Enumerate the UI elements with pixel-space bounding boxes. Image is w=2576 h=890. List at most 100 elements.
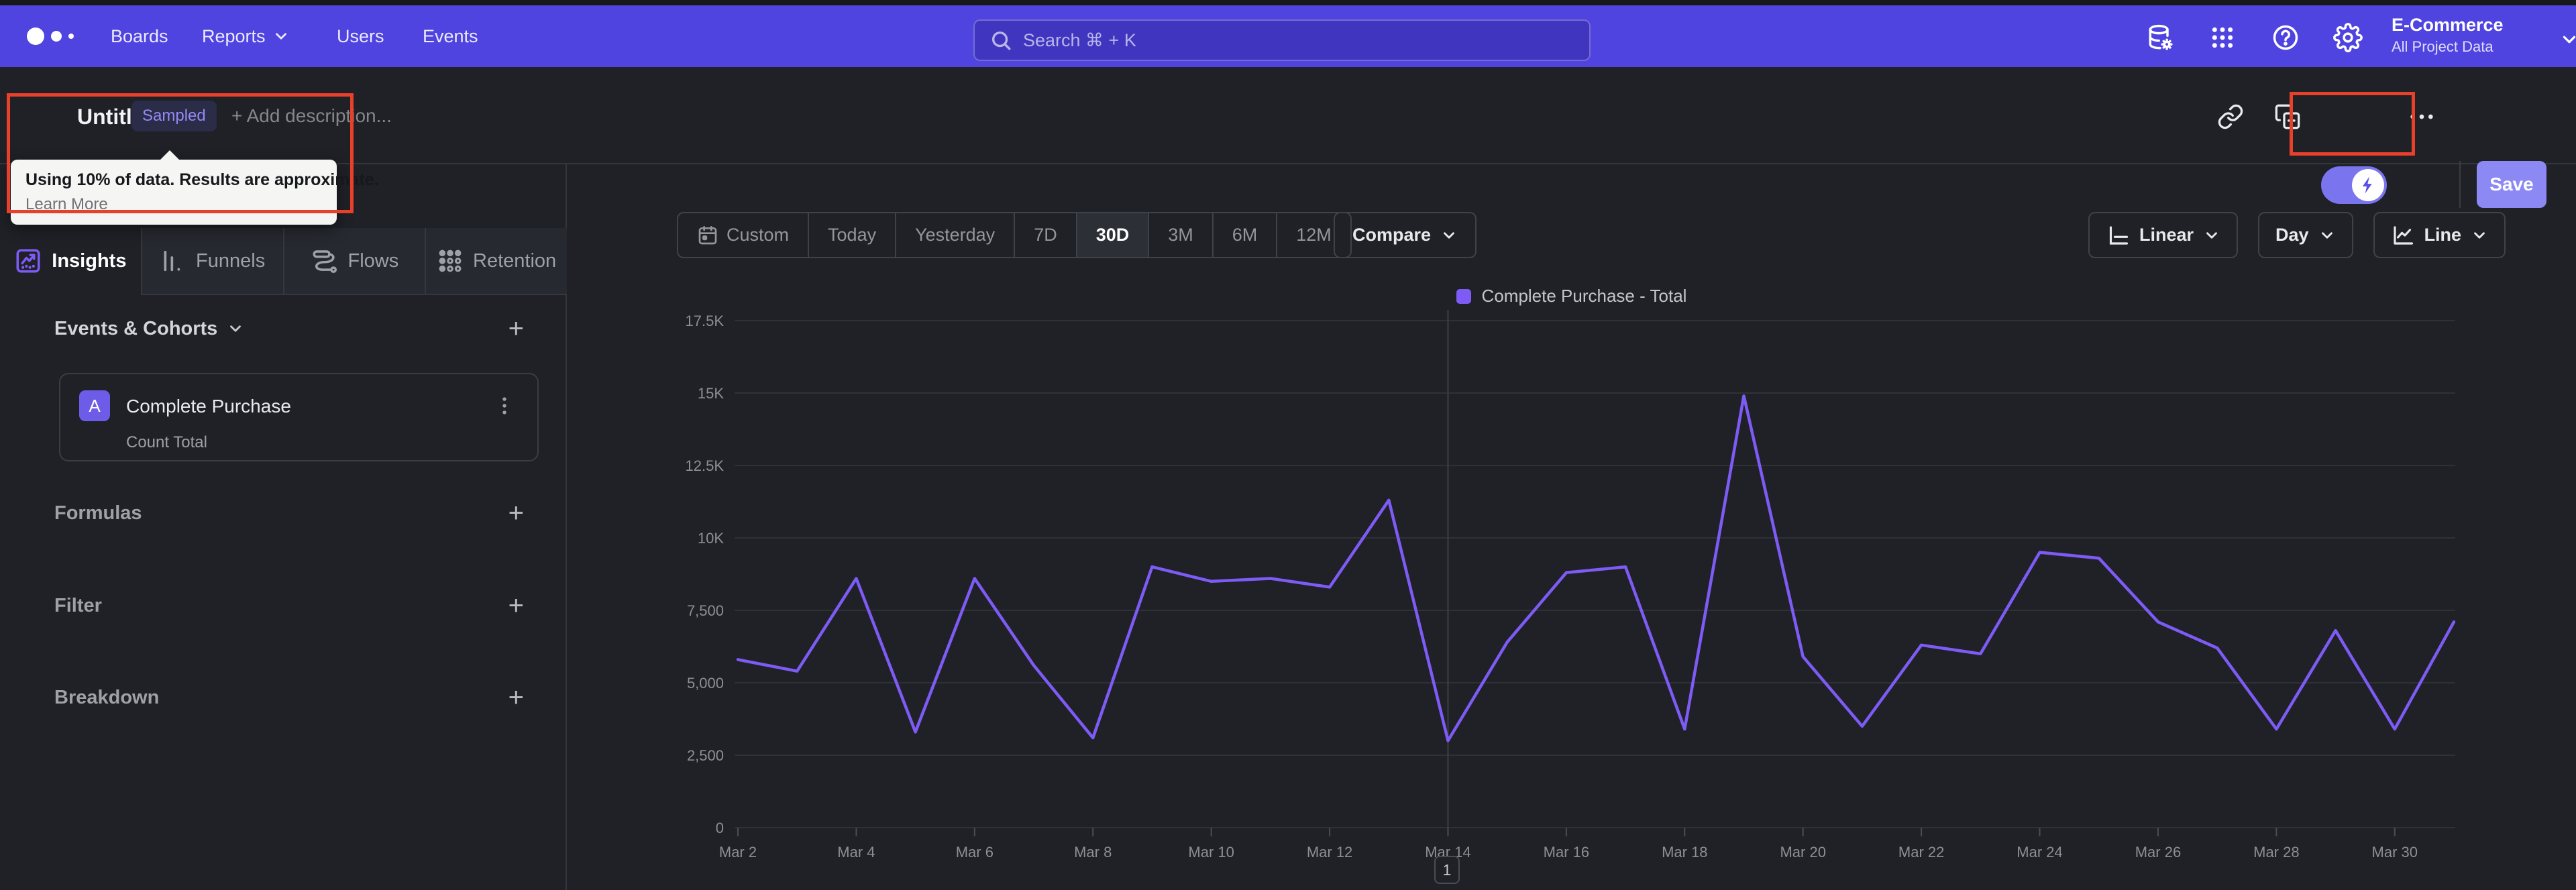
breakdown-row: Breakdown +	[54, 684, 524, 711]
svg-text:Mar 30: Mar 30	[2372, 844, 2418, 860]
nav-item-boards[interactable]: Boards	[111, 5, 168, 67]
settings-gear-icon[interactable]	[2333, 23, 2363, 52]
data-management-icon[interactable]	[2145, 23, 2175, 52]
add-filter-button[interactable]: +	[508, 592, 524, 619]
range-custom[interactable]: Custom	[678, 213, 808, 257]
svg-text:Mar 18: Mar 18	[1662, 844, 1707, 860]
range-label: 30D	[1095, 225, 1130, 245]
funnels-icon	[164, 250, 180, 272]
tab-label: Retention	[473, 249, 557, 272]
nav-item-reports[interactable]: Reports	[202, 5, 290, 67]
range-label: Custom	[727, 225, 790, 245]
tab-label: Flows	[347, 249, 399, 272]
scale-label: Linear	[2139, 225, 2194, 245]
builder-tabs: Insights Funnels Flows Retention	[0, 228, 567, 295]
range-label: 7D	[1034, 225, 1057, 245]
mixpanel-logo[interactable]	[27, 5, 74, 67]
learn-more-link[interactable]: Learn More	[25, 195, 108, 214]
svg-text:Mar 22: Mar 22	[1898, 844, 1944, 860]
nav-item-users[interactable]: Users	[337, 5, 384, 67]
nav-item-label: Users	[337, 25, 384, 46]
date-range-selector: Custom Today Yesterday 7D 30D 3M 6M 12M	[677, 212, 1352, 258]
compare-label: Compare	[1352, 225, 1432, 245]
range-3m[interactable]: 3M	[1148, 213, 1212, 257]
event-metric[interactable]: Count Total	[126, 433, 207, 452]
sampling-toggle[interactable]	[2321, 166, 2387, 204]
divider	[2459, 161, 2461, 208]
chevron-down-icon[interactable]	[227, 320, 244, 337]
svg-text:15K: 15K	[698, 385, 724, 402]
tab-flows[interactable]: Flows	[282, 228, 425, 295]
range-label: 12M	[1296, 225, 1332, 245]
save-button[interactable]: Save	[2477, 161, 2546, 208]
nav-item-label: Reports	[202, 25, 266, 46]
add-to-board-icon[interactable]	[2273, 102, 2302, 131]
filter-label: Filter	[54, 594, 102, 616]
tab-funnels[interactable]: Funnels	[140, 228, 283, 295]
range-7d[interactable]: 7D	[1014, 213, 1076, 257]
svg-text:Mar 10: Mar 10	[1188, 844, 1234, 860]
nav-item-events[interactable]: Events	[423, 5, 478, 67]
svg-text:0: 0	[716, 820, 724, 836]
chevron-down-icon	[2474, 231, 2485, 239]
kebab-menu-icon[interactable]	[493, 394, 516, 417]
retention-icon	[439, 249, 462, 272]
granularity-dropdown[interactable]: Day	[2258, 212, 2353, 258]
svg-text:Mar 16: Mar 16	[1544, 844, 1589, 860]
granularity-label: Day	[2275, 225, 2309, 245]
sampled-badge[interactable]: Sampled	[131, 101, 217, 131]
tab-label: Insights	[52, 249, 127, 272]
event-card[interactable]: A Complete Purchase Count Total	[59, 373, 539, 461]
formulas-label: Formulas	[54, 502, 142, 524]
range-6m[interactable]: 6M	[1212, 213, 1277, 257]
window-edge	[0, 0, 2576, 5]
flows-icon	[313, 250, 337, 274]
chart-type-dropdown[interactable]: Line	[2373, 212, 2506, 258]
events-cohorts-label[interactable]: Events & Cohorts	[54, 318, 217, 340]
project-switcher[interactable]: E-Commerce All Project Data	[2392, 15, 2576, 59]
filter-row: Filter +	[54, 592, 524, 619]
range-label: 3M	[1168, 225, 1193, 245]
scale-dropdown[interactable]: Linear	[2088, 212, 2239, 258]
tooltip-arrow	[160, 150, 180, 160]
range-30d[interactable]: 30D	[1075, 213, 1148, 257]
help-icon[interactable]	[2271, 23, 2300, 52]
svg-text:Mar 20: Mar 20	[1780, 844, 1825, 860]
svg-text:Mar 24: Mar 24	[2017, 844, 2062, 860]
svg-text:Mar 26: Mar 26	[2135, 844, 2181, 860]
query-builder-sidebar: Insights Funnels Flows Retention Events …	[0, 164, 567, 890]
chevron-down-icon	[2206, 231, 2217, 239]
range-label: 6M	[1232, 225, 1258, 245]
pagination-page-1[interactable]: 1	[1434, 856, 1460, 884]
chevron-down-icon	[2563, 36, 2576, 44]
tab-label: Funnels	[196, 249, 266, 272]
svg-text:17.5K: 17.5K	[686, 313, 724, 329]
add-description-button[interactable]: + Add description...	[231, 105, 392, 127]
search-placeholder: Search ⌘ + K	[1023, 30, 1136, 50]
range-yesterday[interactable]: Yesterday	[895, 213, 1014, 257]
compare-button[interactable]: Compare	[1334, 212, 1477, 258]
tab-retention[interactable]: Retention	[425, 228, 567, 295]
svg-text:12.5K: 12.5K	[686, 457, 724, 474]
svg-text:Mar 2: Mar 2	[719, 844, 757, 860]
formulas-row: Formulas +	[54, 500, 524, 526]
line-chart[interactable]: 0 2,500 5,000 7,500 10K 12.5K 15K 17.5K Mar 2 Mar…	[567, 268, 2576, 890]
sampling-tooltip: Using 10% of data. Results are approxima…	[11, 150, 379, 225]
add-breakdown-button[interactable]: +	[508, 684, 524, 711]
search-input[interactable]: Search ⌘ + K	[973, 19, 1591, 61]
range-label: Today	[828, 225, 877, 245]
project-scope: All Project Data	[2392, 38, 2493, 55]
ellipsis-icon	[2410, 114, 2433, 119]
more-options-button[interactable]	[2407, 102, 2436, 131]
add-formula-button[interactable]: +	[508, 500, 524, 526]
linear-scale-icon	[2109, 225, 2129, 245]
tab-insights[interactable]: Insights	[0, 228, 141, 295]
add-event-button[interactable]: +	[508, 315, 524, 342]
copy-link-icon[interactable]	[2216, 102, 2245, 131]
event-name[interactable]: Complete Purchase	[126, 396, 291, 417]
apps-grid-icon[interactable]	[2208, 23, 2237, 52]
project-name: E-Commerce	[2392, 15, 2504, 35]
svg-text:Mar 28: Mar 28	[2253, 844, 2299, 860]
svg-text:7,500: 7,500	[687, 602, 724, 619]
range-today[interactable]: Today	[808, 213, 895, 257]
